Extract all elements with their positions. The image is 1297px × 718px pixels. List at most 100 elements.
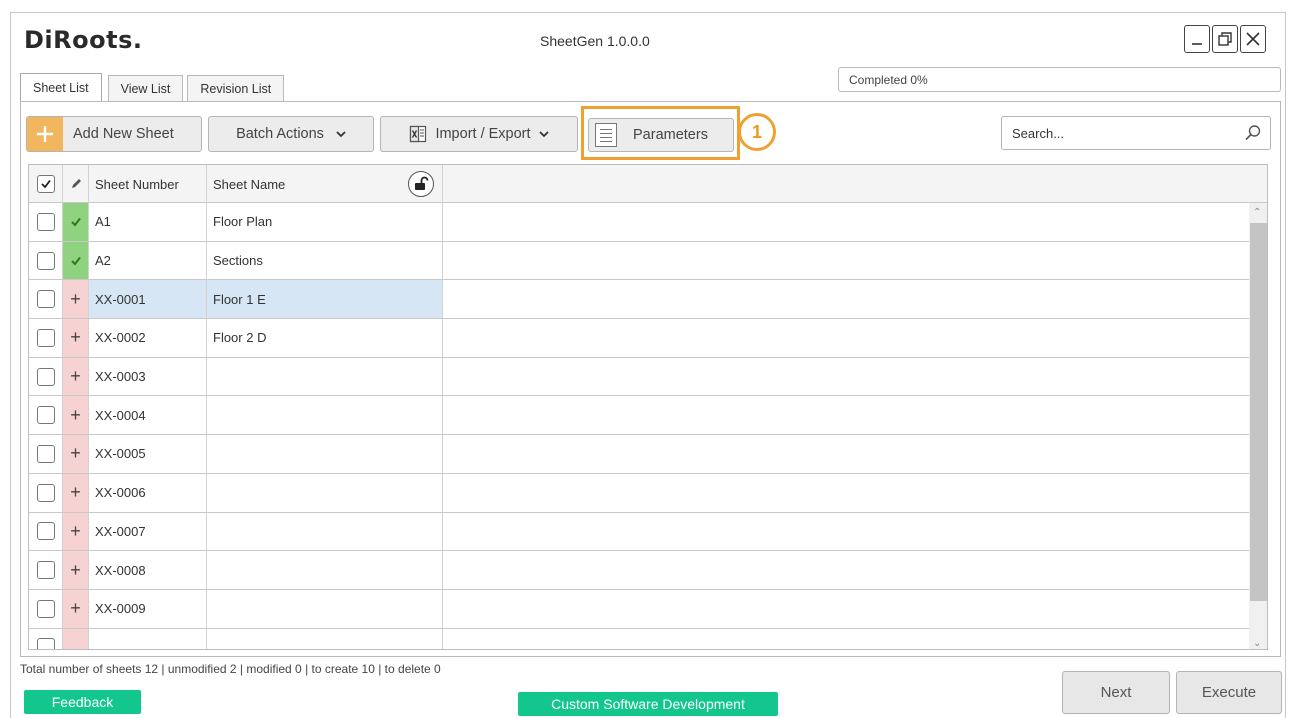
minimize-button[interactable] <box>1184 25 1210 53</box>
sheet-number-cell[interactable]: XX-0004 <box>89 396 207 435</box>
add-new-sheet-button[interactable]: Add New Sheet <box>26 116 202 152</box>
excel-icon <box>410 125 427 143</box>
plus-icon: + <box>70 443 81 464</box>
table-row[interactable]: + XX-0008 <box>29 551 1249 590</box>
table-row[interactable]: A1 Floor Plan <box>29 203 1249 242</box>
progress-status: Completed 0% <box>838 67 1281 92</box>
window-controls <box>1184 25 1266 53</box>
row-select-cell <box>29 357 63 396</box>
search-icon[interactable] <box>1244 124 1262 142</box>
sheet-name-cell[interactable]: Floor Plan <box>207 203 443 241</box>
restore-icon <box>1218 32 1232 46</box>
plus-icon: + <box>70 366 81 387</box>
row-checkbox[interactable] <box>36 328 55 347</box>
column-sheet-number[interactable]: Sheet Number <box>89 165 207 203</box>
sheetgen-window: DiRoots. SheetGen 1.0.0.0 Sheet List Vie… <box>0 0 1297 718</box>
table-row[interactable] <box>29 628 1249 649</box>
import-export-label: Import / Export <box>435 126 531 142</box>
unlock-toggle[interactable] <box>408 171 434 197</box>
table-row[interactable]: + XX-0007 <box>29 512 1249 552</box>
diroots-logo: DiRoots. <box>24 26 143 54</box>
sheet-name-cell[interactable] <box>207 628 443 649</box>
sheet-name-cell[interactable]: Floor 2 D <box>207 319 443 357</box>
sheet-number-cell[interactable]: XX-0008 <box>89 551 207 589</box>
column-sheet-name-label: Sheet Name <box>213 176 286 192</box>
table-row[interactable]: + XX-0002 Floor 2 D <box>29 319 1249 358</box>
check-icon <box>70 217 81 227</box>
custom-software-button[interactable]: Custom Software Development <box>518 692 778 716</box>
plus-icon <box>27 117 63 151</box>
row-checkbox[interactable] <box>36 444 55 463</box>
unlock-icon <box>415 176 429 190</box>
tab-sheet-list[interactable]: Sheet List <box>20 73 102 101</box>
table-row[interactable]: + XX-0004 <box>29 396 1249 436</box>
sheet-name-cell[interactable] <box>207 551 443 589</box>
parameters-button[interactable]: Parameters <box>588 118 734 152</box>
scrollbar-thumb[interactable] <box>1250 223 1267 601</box>
sheet-name-cell[interactable]: Floor 1 E <box>207 280 443 319</box>
feedback-button[interactable]: Feedback <box>24 690 141 714</box>
plus-icon: + <box>70 404 81 425</box>
tab-view-list[interactable]: View List <box>107 75 184 101</box>
sheet-number-cell[interactable]: XX-0007 <box>89 512 207 551</box>
plus-icon: + <box>70 288 81 309</box>
restore-button[interactable] <box>1212 25 1238 53</box>
row-select-cell <box>29 203 63 241</box>
sheet-number-cell[interactable]: XX-0006 <box>89 473 207 512</box>
sheet-name-cell[interactable] <box>207 396 443 435</box>
scroll-up-icon[interactable]: ⌃ <box>1253 207 1261 218</box>
table-row[interactable]: + XX-0005 <box>29 435 1249 474</box>
sheet-number-cell[interactable]: XX-0009 <box>89 589 207 628</box>
sheet-number-cell[interactable]: XX-0002 <box>89 319 207 357</box>
row-select-cell <box>29 589 63 628</box>
add-new-sheet-label: Add New Sheet <box>73 126 174 142</box>
sheet-name-cell[interactable] <box>207 473 443 512</box>
execute-button[interactable]: Execute <box>1176 671 1282 714</box>
scroll-down-icon[interactable]: ⌄ <box>1253 638 1261 649</box>
row-checkbox[interactable] <box>36 367 55 386</box>
plus-icon: + <box>70 559 81 580</box>
chevron-down-icon <box>538 131 549 138</box>
import-export-dropdown[interactable]: Import / Export <box>380 116 578 152</box>
table-row[interactable]: A2 Sections <box>29 241 1249 281</box>
row-checkbox[interactable] <box>36 522 55 541</box>
select-all-checkbox[interactable] <box>36 175 55 193</box>
row-checkbox[interactable] <box>36 561 55 580</box>
column-sheet-name[interactable]: Sheet Name <box>207 165 443 203</box>
sheet-number-cell[interactable]: XX-0001 <box>89 280 207 319</box>
chevron-down-icon <box>336 131 346 138</box>
vertical-scrollbar[interactable]: ⌃ ⌄ <box>1249 203 1267 649</box>
close-icon <box>1246 32 1260 46</box>
sheet-name-cell[interactable] <box>207 357 443 396</box>
pencil-icon <box>71 179 81 188</box>
batch-actions-dropdown[interactable]: Batch Actions <box>208 116 374 152</box>
table-row[interactable]: + XX-0003 <box>29 357 1249 397</box>
sheet-number-cell[interactable]: XX-0003 <box>89 357 207 396</box>
sheet-number-cell[interactable]: A2 <box>89 241 207 280</box>
row-select-cell <box>29 396 63 435</box>
row-checkbox[interactable] <box>36 251 55 270</box>
close-button[interactable] <box>1240 25 1266 53</box>
row-select-cell <box>29 280 63 319</box>
sheet-name-cell[interactable] <box>207 435 443 473</box>
edit-column-header <box>63 165 89 203</box>
sheet-name-cell[interactable] <box>207 589 443 628</box>
sheet-name-cell[interactable]: Sections <box>207 241 443 280</box>
sheet-number-cell[interactable]: XX-0005 <box>89 435 207 473</box>
table-row[interactable]: + XX-0006 <box>29 473 1249 513</box>
sheet-number-cell[interactable]: A1 <box>89 203 207 241</box>
row-checkbox[interactable] <box>36 638 55 649</box>
row-checkbox[interactable] <box>36 406 55 425</box>
sheet-name-cell[interactable] <box>207 512 443 551</box>
row-checkbox[interactable] <box>36 483 55 502</box>
table-row[interactable]: + XX-0001 Floor 1 E <box>29 280 1249 320</box>
row-checkbox[interactable] <box>36 599 55 618</box>
row-checkbox[interactable] <box>36 290 55 309</box>
table-row[interactable]: + XX-0009 <box>29 589 1249 629</box>
search-input[interactable]: Search... <box>1001 116 1271 150</box>
next-button[interactable]: Next <box>1062 671 1170 714</box>
tab-revision-list[interactable]: Revision List <box>187 75 285 101</box>
row-checkbox[interactable] <box>36 212 55 231</box>
sheet-number-cell[interactable] <box>89 628 207 649</box>
sheet-summary: Total number of sheets 12 | unmodified 2… <box>20 662 441 676</box>
